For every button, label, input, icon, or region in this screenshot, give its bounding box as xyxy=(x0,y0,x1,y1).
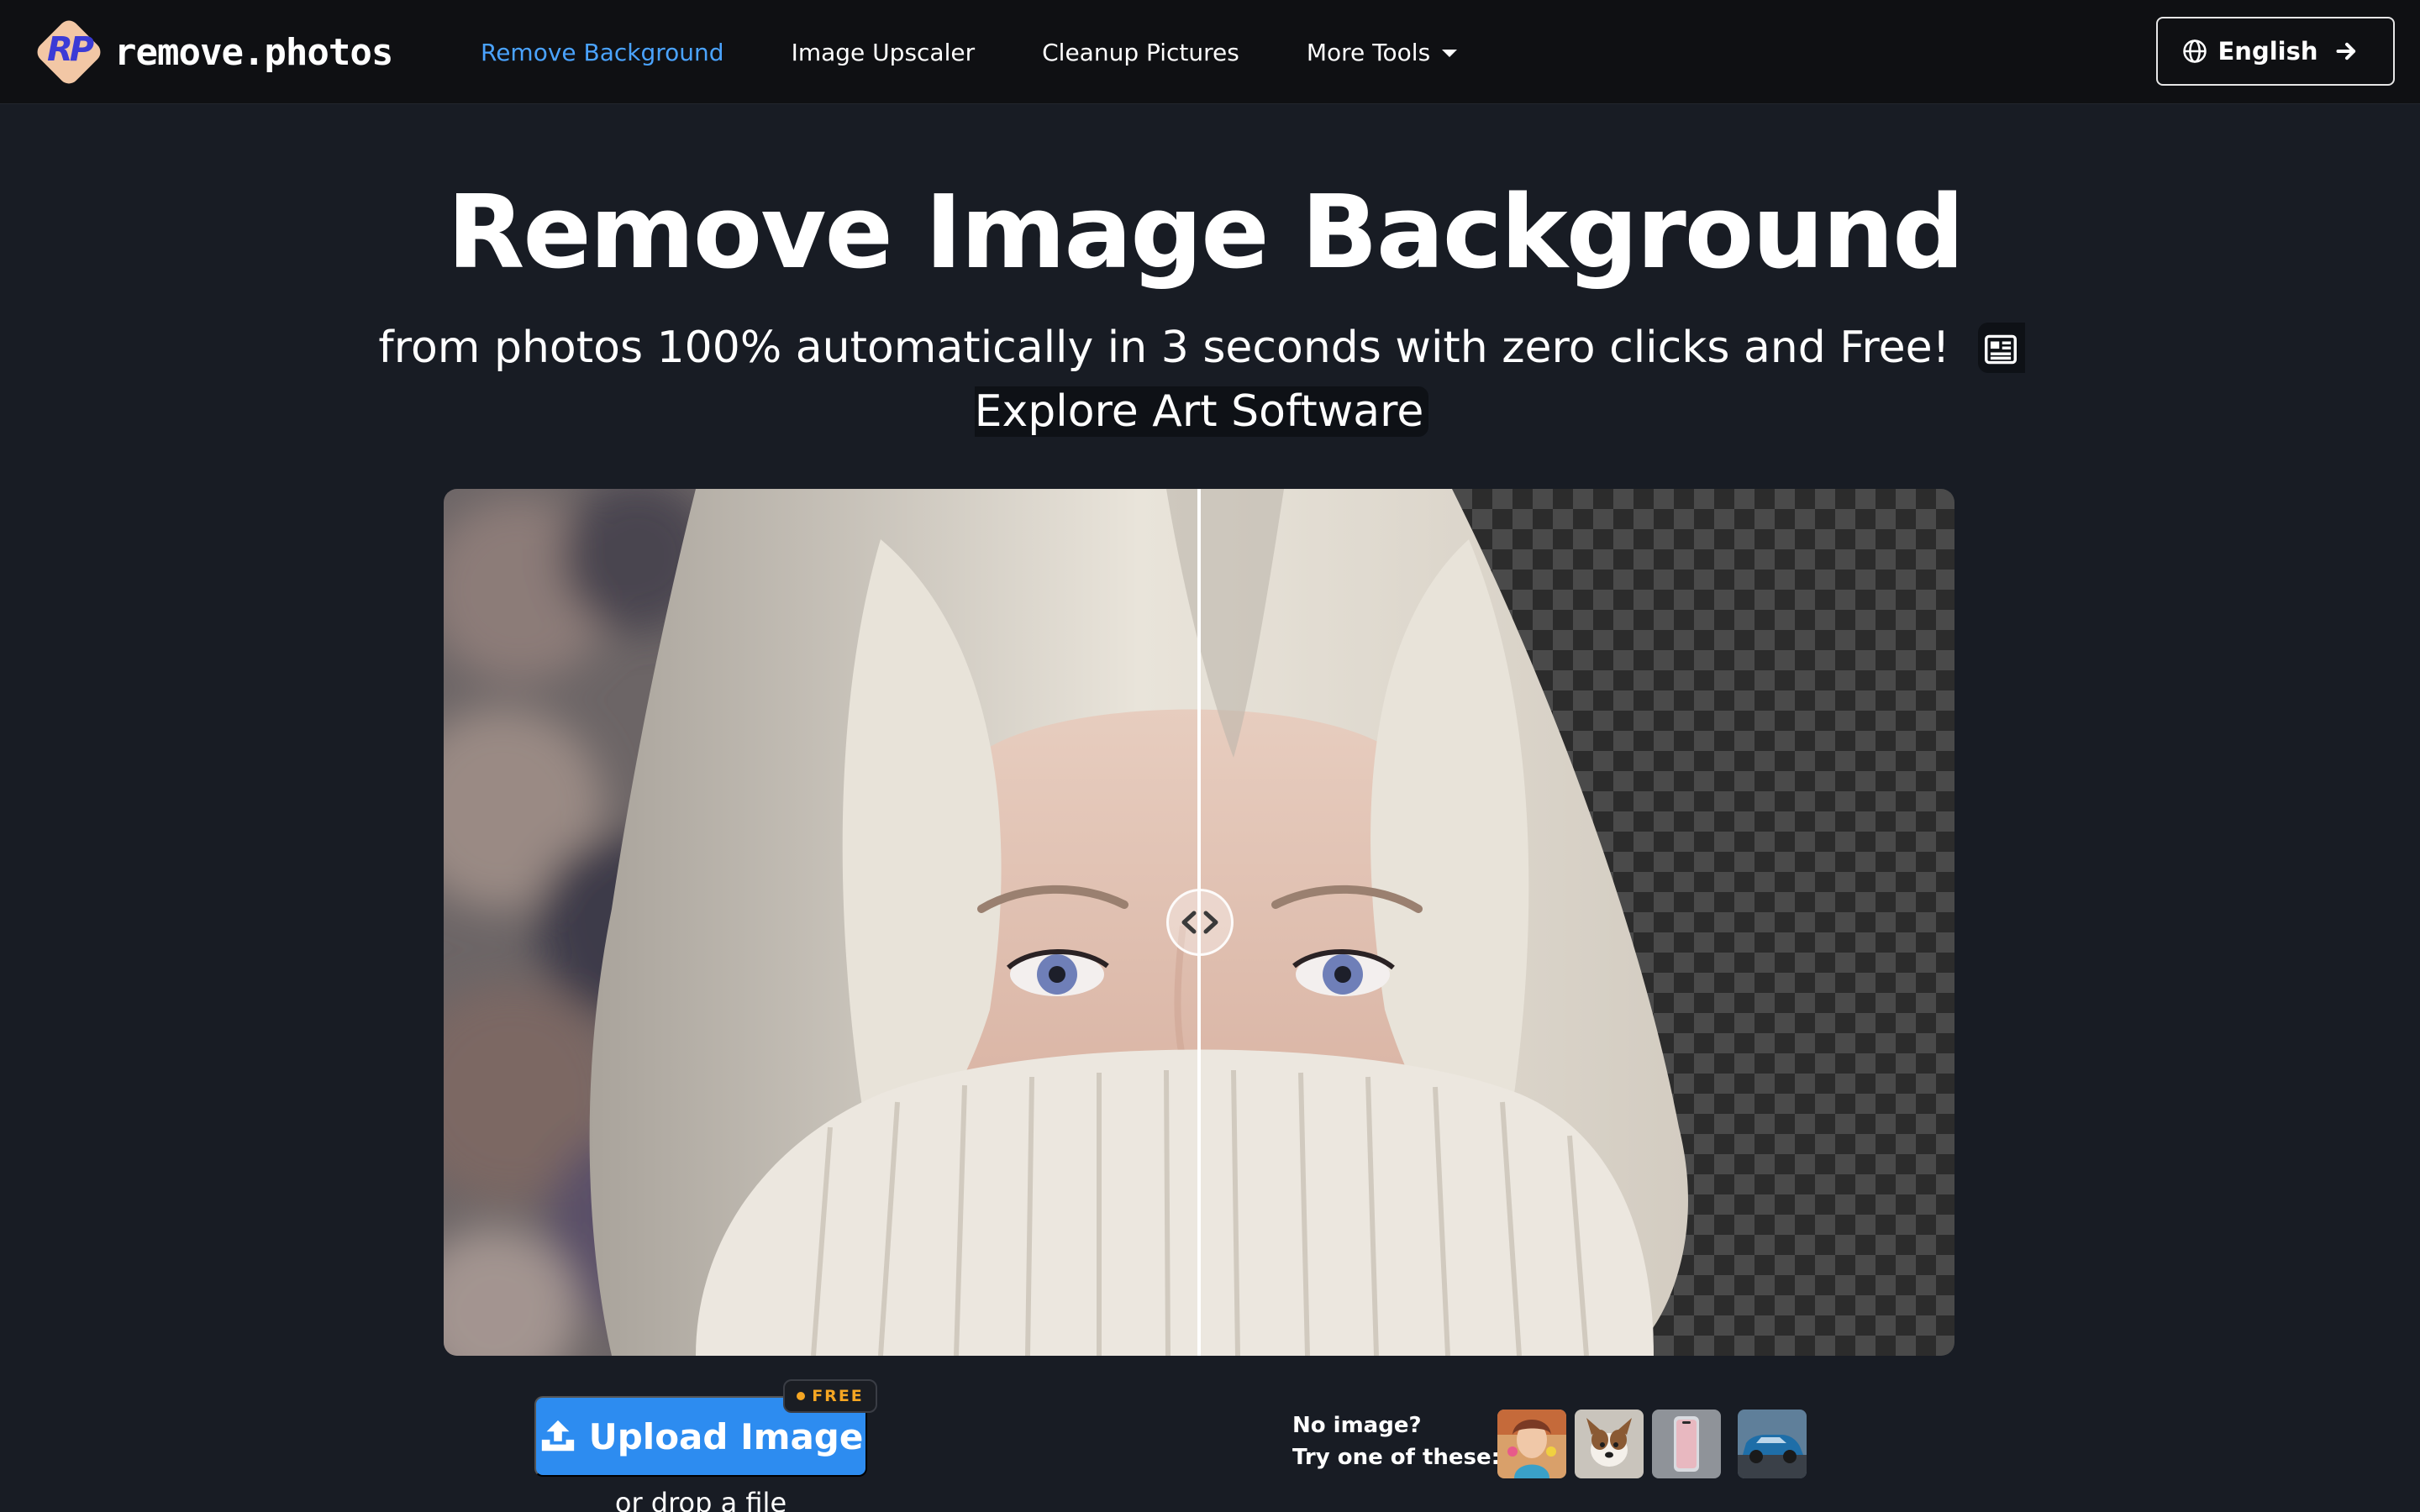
free-badge-label: FREE xyxy=(812,1387,864,1405)
nav-more-tools[interactable]: More Tools xyxy=(1306,38,1458,66)
nav-cleanup-pictures[interactable]: Cleanup Pictures xyxy=(1042,39,1239,66)
drop-file-text: or drop a file xyxy=(614,1487,787,1512)
brand-logo-icon: RP xyxy=(33,16,105,88)
page-subtitle: from photos 100% automatically in 3 seco… xyxy=(353,316,2050,444)
nav-more-tools-label: More Tools xyxy=(1306,38,1431,66)
samples-prompt: No image? Try one of these: xyxy=(1292,1410,1500,1473)
language-button[interactable]: English xyxy=(2156,17,2395,86)
main-nav: Remove Background Image Upscaler Cleanup… xyxy=(481,0,1524,104)
free-badge: FREE xyxy=(783,1379,877,1413)
nav-remove-background[interactable]: Remove Background xyxy=(481,39,724,66)
caret-down-icon xyxy=(1442,50,1458,57)
upload-button-label: Upload Image xyxy=(588,1415,864,1457)
globe-icon xyxy=(2183,39,2207,63)
navbar: RP remove.photos Remove Background Image… xyxy=(0,0,2420,104)
sample-thumbnail-phone[interactable] xyxy=(1652,1410,1721,1478)
page-title: Remove Image Background xyxy=(446,175,1965,291)
sample-thumbnail-dog[interactable] xyxy=(1575,1410,1644,1478)
brand-link[interactable]: RP remove.photos xyxy=(33,16,393,88)
newspaper-icon xyxy=(1984,334,2017,365)
brand-name: remove.photos xyxy=(114,30,393,74)
brand-logo-letters: RP xyxy=(46,30,94,69)
samples-line-1: No image? xyxy=(1292,1413,1422,1438)
samples-line-2: Try one of these: xyxy=(1292,1445,1501,1470)
upload-icon xyxy=(541,1420,574,1452)
sample-thumbnail-car[interactable] xyxy=(1738,1410,1807,1478)
explore-link-label: Explore Art Software xyxy=(974,386,1424,437)
compare-handle-icon xyxy=(1181,911,1218,934)
badge-dot-icon xyxy=(797,1392,806,1400)
sample-thumbnail-woman[interactable] xyxy=(1497,1410,1566,1478)
compare-slider-handle[interactable] xyxy=(1166,889,1234,956)
nav-image-upscaler[interactable]: Image Upscaler xyxy=(792,39,976,66)
arrow-right-icon xyxy=(2336,42,2355,60)
language-label: English xyxy=(2217,37,2318,66)
subtitle-text: from photos 100% automatically in 3 seco… xyxy=(378,323,1950,373)
